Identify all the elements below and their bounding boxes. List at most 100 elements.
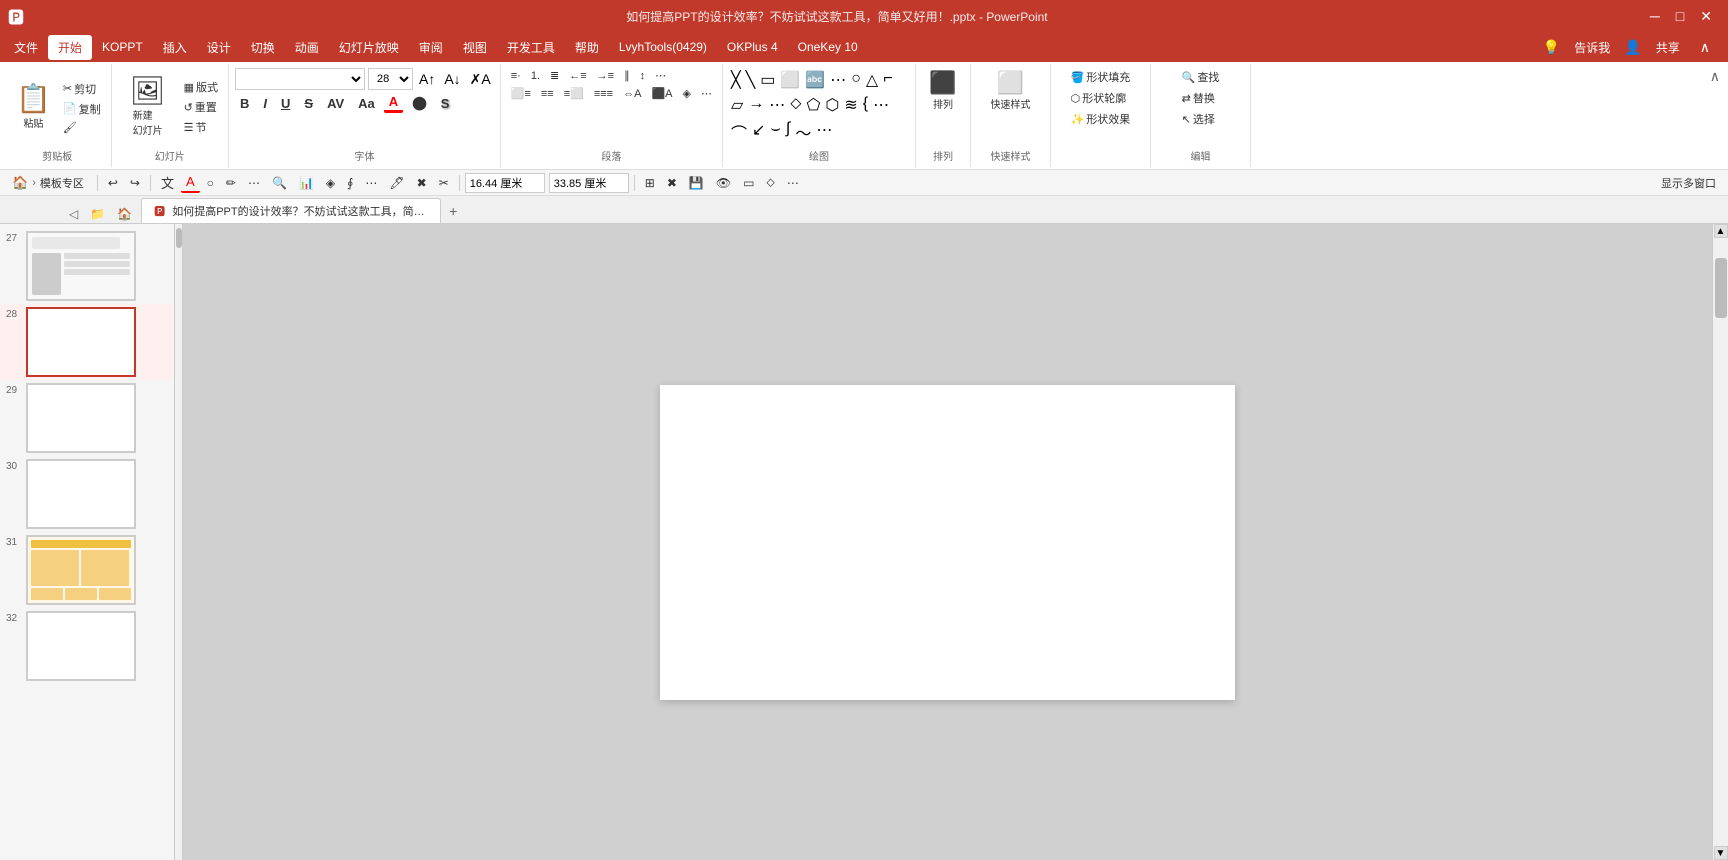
menu-insert[interactable]: 插入	[153, 35, 197, 60]
menu-okplus[interactable]: OKPlus 4	[717, 36, 788, 58]
format-painter-button[interactable]: 🖌	[59, 120, 105, 135]
highlight-btn[interactable]: ⬤	[407, 94, 432, 112]
decrease-indent-btn[interactable]: ←≡	[565, 69, 590, 83]
text-align-btn[interactable]: ⬛A	[647, 86, 676, 101]
clear-format-btn[interactable]: ✗A	[467, 70, 494, 89]
reset-button[interactable]: ↺ 重置	[180, 98, 222, 116]
select-button[interactable]: ↖ 选择	[1178, 110, 1224, 128]
menu-home[interactable]: 开始	[48, 35, 92, 60]
scrollbar-track[interactable]	[1713, 238, 1728, 846]
shape-more3-icon[interactable]: ⋯	[871, 93, 891, 117]
slide-item-27[interactable]: 27	[0, 228, 174, 304]
slide-panel-scrollbar[interactable]	[175, 224, 183, 860]
shape-2-icon[interactable]: ╲	[744, 68, 758, 92]
char-spacing-btn[interactable]: AV	[322, 95, 349, 112]
shape-wave-icon[interactable]: ≋	[842, 93, 859, 117]
font-size-select[interactable]: 28	[368, 68, 413, 90]
align-right-btn[interactable]: ≡⬜	[560, 86, 588, 101]
menu-slideshow[interactable]: 幻灯片放映	[329, 35, 409, 60]
copy-button[interactable]: 📄 复制	[59, 100, 105, 118]
width-input[interactable]	[465, 173, 545, 193]
toolbar-smart[interactable]: ◈	[321, 174, 340, 192]
shape-freeform-icon[interactable]: ∫	[784, 118, 792, 146]
toolbar-view[interactable]: 👁	[711, 174, 736, 192]
slide-canvas[interactable]	[660, 385, 1235, 700]
toolbar-undo[interactable]: ↩	[103, 174, 123, 192]
menu-developer[interactable]: 开发工具	[497, 35, 565, 60]
shape-circle-icon[interactable]: ○	[849, 68, 863, 92]
slide-scrollbar-thumb[interactable]	[176, 228, 182, 248]
toolbar-crop[interactable]: ✂	[434, 174, 454, 192]
menu-transitions[interactable]: 切换	[241, 35, 285, 60]
scrollbar-down-btn[interactable]: ▼	[1714, 846, 1728, 860]
layout-button[interactable]: ▦ 版式	[180, 78, 222, 96]
shape-rect-icon[interactable]: ▭	[758, 68, 777, 92]
new-slide-button[interactable]: 🖼 新建幻灯片	[118, 73, 178, 141]
back-btn[interactable]: ◁	[64, 205, 83, 223]
collapse-ribbon-btn[interactable]: ∧	[1694, 37, 1716, 58]
toolbar-marker[interactable]: 🖊	[384, 174, 409, 192]
columns-btn[interactable]: ∥	[620, 68, 634, 83]
toolbar-more1[interactable]: ⋯	[243, 174, 265, 192]
active-tab[interactable]: 🅿 如何提高PPT的设计效率？不妨试试这款工具，简单又好用！.pptx ✕	[141, 198, 441, 223]
shape-scribble-icon[interactable]: 〜	[793, 118, 813, 146]
menu-view[interactable]: 视图	[453, 35, 497, 60]
paste-button[interactable]: 📋 粘贴	[10, 81, 57, 134]
shape-fill-button[interactable]: 🪣 形状填充	[1067, 68, 1135, 86]
quick-styles-button[interactable]: ⬜ 快速样式	[984, 68, 1036, 115]
ribbon-collapse-btn[interactable]: ∧	[1706, 64, 1724, 89]
font-color-button[interactable]: A	[384, 93, 403, 113]
shape-arc-icon[interactable]: ⌒	[729, 118, 749, 146]
arrange-button[interactable]: ⬛ 排列	[923, 68, 962, 115]
shape-effect-button[interactable]: ✨ 形状效果	[1067, 110, 1135, 128]
shape-3-icon[interactable]: ⬜	[778, 68, 802, 92]
menu-onekey[interactable]: OneKey 10	[788, 36, 868, 58]
menu-review[interactable]: 审阅	[409, 35, 453, 60]
align-center-btn[interactable]: ≡≡	[537, 87, 558, 101]
replace-button[interactable]: ⇄ 替换	[1178, 89, 1224, 107]
toolbar-close-view[interactable]: ✖	[662, 174, 682, 192]
shape-arrow-r-icon[interactable]: →	[746, 93, 766, 117]
increase-indent-btn[interactable]: →≡	[593, 69, 618, 83]
multilevel-button[interactable]: ≣	[546, 68, 563, 83]
slide-item-32[interactable]: 32	[0, 608, 174, 684]
menu-lvyhtools[interactable]: LvyhTools(0429)	[609, 36, 717, 58]
shape-diamond-icon[interactable]: ⬦	[788, 93, 803, 117]
toolbar-textbox[interactable]: 文	[156, 171, 179, 194]
align-left-btn[interactable]: ⬜≡	[507, 86, 535, 101]
shape-more4-icon[interactable]: ⋯	[814, 118, 834, 146]
right-scrollbar[interactable]: ▲ ▼	[1712, 224, 1728, 860]
strikethrough-button[interactable]: S	[299, 95, 318, 112]
text-dir-btn[interactable]: ⇔A	[619, 87, 645, 101]
add-tab-btn[interactable]: +	[441, 199, 465, 223]
shape-brace-icon[interactable]: {	[861, 93, 870, 117]
shape-pentagon-icon[interactable]: ⬡	[823, 93, 841, 117]
close-btn[interactable]: ✕	[1692, 6, 1720, 27]
decrease-font-btn[interactable]: A↓	[441, 70, 463, 88]
menu-tellme[interactable]: 告诉我	[1564, 35, 1620, 60]
line-spacing-btn[interactable]: ↕	[636, 69, 650, 83]
show-more-windows[interactable]: 显示多窗口	[1661, 175, 1724, 191]
scrollbar-up-btn[interactable]: ▲	[1714, 224, 1728, 238]
increase-font-btn[interactable]: A↑	[416, 70, 438, 88]
font-name-select[interactable]	[235, 68, 365, 90]
bullets-button[interactable]: ≡·	[507, 69, 525, 83]
bold-button[interactable]: B	[235, 95, 254, 112]
scrollbar-thumb[interactable]	[1715, 258, 1727, 318]
toolbar-pen[interactable]: ✏	[221, 174, 241, 192]
toolbar-more2[interactable]: ⋯	[360, 174, 382, 192]
justify-btn[interactable]: ≡≡≡	[590, 87, 617, 101]
toolbar-moreopts[interactable]: ⋯	[782, 174, 804, 192]
home-tab-icon[interactable]: 🏠	[112, 205, 137, 223]
menu-design[interactable]: 设计	[197, 35, 241, 60]
menu-animations[interactable]: 动画	[285, 35, 329, 60]
menu-koppt[interactable]: KOPPT	[92, 36, 153, 58]
toolbar-font-color[interactable]: A	[181, 172, 200, 193]
para-settings-btn[interactable]: ⋯	[651, 68, 670, 83]
shape-outline-button[interactable]: ⬡ 形状轮廓	[1067, 89, 1135, 107]
toolbar-more3[interactable]: ✖	[412, 174, 432, 192]
shape-1-icon[interactable]: ╳	[729, 68, 743, 92]
find-button[interactable]: 🔍 查找	[1178, 68, 1224, 86]
section-button[interactable]: ☰ 节	[180, 118, 222, 136]
slide-item-30[interactable]: 30	[0, 456, 174, 532]
